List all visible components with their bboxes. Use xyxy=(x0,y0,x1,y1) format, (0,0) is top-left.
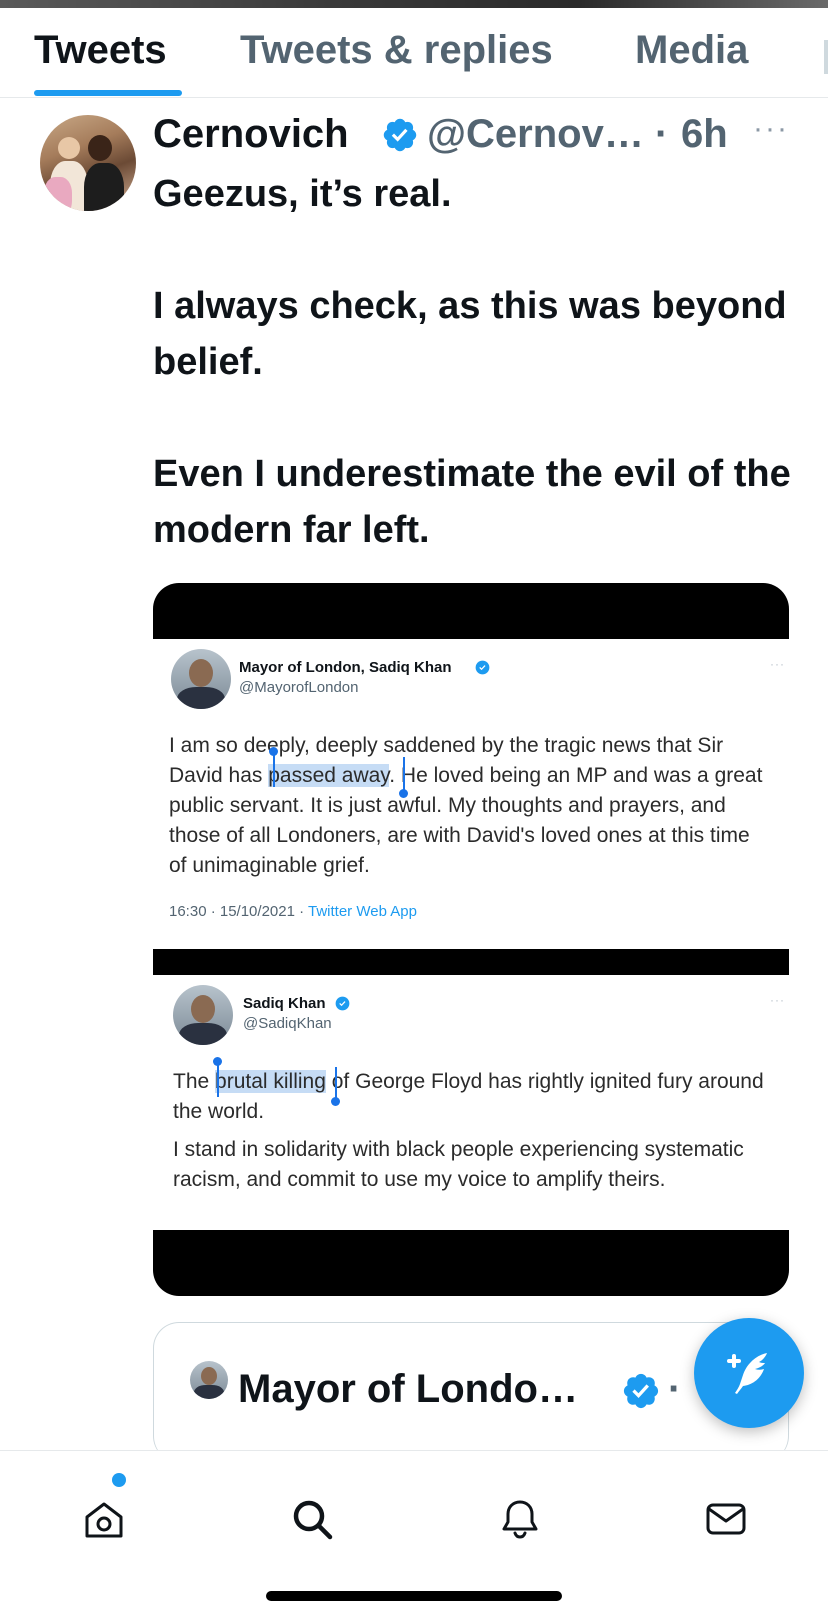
quoted-author-name: Mayor of Londo… xyxy=(238,1367,578,1411)
quoted-tweet[interactable]: Mayor of Londo… · xyxy=(153,1322,789,1463)
avatar[interactable] xyxy=(40,115,136,211)
selection-bar xyxy=(273,751,275,787)
embedded-tweet-text: I am so deeply, deeply saddened by the t… xyxy=(169,731,769,881)
selection-handle xyxy=(399,789,408,798)
selection-bar xyxy=(217,1061,219,1097)
embedded-avatar xyxy=(173,985,233,1045)
selection-bar xyxy=(403,757,405,791)
embedded-text-part: I stand in solidarity with black people … xyxy=(173,1138,744,1191)
selection-bar xyxy=(335,1067,337,1099)
highlighted-text: passed away xyxy=(268,764,390,787)
separator-dot: · xyxy=(668,1367,682,1411)
tab-tweets[interactable]: Tweets xyxy=(34,28,167,73)
author-handle[interactable]: @Cernov… xyxy=(427,112,644,157)
verified-badge-icon xyxy=(383,118,417,152)
embedded-tweet-card: Mayor of London, Sadiq Khan @MayorofLond… xyxy=(153,639,789,949)
tweet-timestamp[interactable]: 6h xyxy=(681,112,728,157)
embedded-author-name: Sadiq Khan xyxy=(243,995,326,1012)
verified-badge-icon xyxy=(623,1373,659,1409)
embedded-tweet-text: The brutal killing of George Floyd has r… xyxy=(173,1067,773,1203)
bell-icon[interactable] xyxy=(498,1497,542,1541)
embedded-more-icon: ··· xyxy=(770,993,785,1007)
search-icon[interactable] xyxy=(290,1497,334,1541)
verified-badge-icon xyxy=(335,996,350,1011)
active-tab-indicator xyxy=(34,90,182,96)
tweet-paragraph: I always check, as this was beyond belie… xyxy=(153,285,787,383)
embedded-more-icon: ··· xyxy=(770,657,785,671)
embedded-author-handle: @SadiqKhan xyxy=(243,1015,332,1032)
embedded-author-name: Mayor of London, Sadiq Khan xyxy=(239,659,452,676)
embedded-tweet-card: Sadiq Khan @SadiqKhan ··· The brutal kil… xyxy=(153,975,789,1230)
home-icon[interactable] xyxy=(82,1497,126,1541)
tweet-paragraph: Geezus, it’s real. xyxy=(153,173,452,215)
embedded-author-handle: @MayorofLondon xyxy=(239,679,359,696)
quoted-avatar xyxy=(190,1361,228,1399)
more-options-icon[interactable]: ··· xyxy=(753,112,789,146)
verified-badge-icon xyxy=(475,660,490,675)
profile-tabs: Tweets Tweets & replies Media xyxy=(0,8,828,98)
mail-icon[interactable] xyxy=(704,1497,748,1541)
tab-media[interactable]: Media xyxy=(635,28,748,73)
home-indicator[interactable] xyxy=(266,1591,562,1601)
tab-overflow-edge xyxy=(824,40,828,74)
tab-tweets-and-replies[interactable]: Tweets & replies xyxy=(240,28,553,73)
embedded-tweet-meta: 16:30 · 15/10/2021 · Twitter Web App xyxy=(169,903,417,920)
bottom-navigation xyxy=(0,1450,828,1616)
compose-tweet-button[interactable] xyxy=(694,1318,804,1428)
highlighted-text: brutal killing xyxy=(215,1070,326,1093)
tweet-paragraph: Even I underestimate the evil of the mod… xyxy=(153,453,791,551)
separator-dot: · xyxy=(655,112,669,156)
selection-handle xyxy=(331,1097,340,1106)
compose-tweet-icon xyxy=(727,1353,767,1394)
embedded-text-part: The xyxy=(173,1070,216,1093)
tweet-text: Geezus, it’s real. I always check, as th… xyxy=(153,166,793,558)
status-bar-strip xyxy=(0,0,828,8)
embedded-avatar xyxy=(171,649,231,709)
home-notification-dot xyxy=(112,1473,126,1487)
tweet-media-image[interactable]: Mayor of London, Sadiq Khan @MayorofLond… xyxy=(153,583,789,1296)
embedded-timestamp: 16:30 · 15/10/2021 · xyxy=(169,903,308,920)
author-name[interactable]: Cernovich xyxy=(153,112,349,157)
embedded-source-app: Twitter Web App xyxy=(308,903,417,920)
